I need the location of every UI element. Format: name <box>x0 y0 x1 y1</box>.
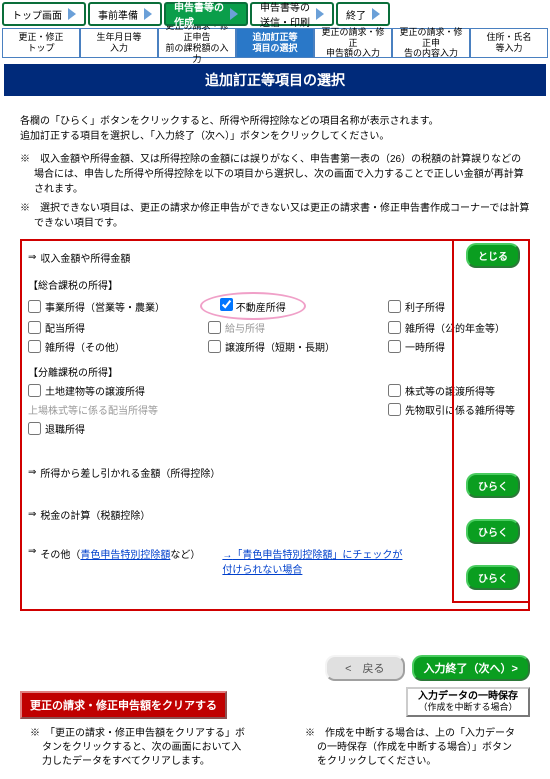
back-button[interactable]: < 戻る <box>325 655 404 681</box>
checkbox-item[interactable]: 事業所得（営業等・農業） <box>28 296 208 316</box>
checkbox[interactable] <box>208 340 221 353</box>
checkbox-item[interactable]: 雑所得（その他） <box>28 339 208 354</box>
subnav-tab[interactable]: 生年月日等入力 <box>80 28 158 58</box>
bottom-notes: ※ 「更正の請求・修正申告額をクリアする」ボタンをクリックすると、次の画面におい… <box>0 723 550 779</box>
checkbox-label: 雑所得（その他） <box>45 339 125 354</box>
checkbox-item[interactable]: 譲渡所得（短期・長期） <box>208 339 388 354</box>
footer-buttons: < 戻る 入力終了（次へ）> <box>0 649 550 687</box>
checkbox-item[interactable]: 利子所得 <box>388 296 518 316</box>
group2-grid: 土地建物等の譲渡所得 株式等の譲渡所得等上場株式等に係る配当所得等 先物取引に係る雑… <box>28 383 522 436</box>
checkbox-item[interactable]: 退職所得 <box>28 421 208 436</box>
subnav-tab[interactable]: 追加訂正等項目の選択 <box>236 28 314 58</box>
checkbox-item[interactable]: 上場株式等に係る配当所得等 <box>28 402 208 417</box>
checkbox-item[interactable]: 株式等の譲渡所得等 <box>388 383 518 398</box>
checkbox-item[interactable]: 先物取引に係る雑所得等 <box>388 402 518 417</box>
subnav-tab[interactable]: 更正の請求・修正申告前の課税額の入力 <box>158 28 236 58</box>
checkbox-label: 雑所得（公的年金等） <box>405 320 505 335</box>
section-income: ⇒ 収入金額や所得金額 とじる <box>28 247 522 267</box>
subnav-tab[interactable]: 住所・氏名等入力 <box>470 28 548 58</box>
topnav-tab[interactable]: 事前準備 <box>88 2 162 26</box>
group1-grid: 事業所得（営業等・農業） 不動産所得 利子所得配当所得 給与所得 雑所得（公的年金等）… <box>28 296 522 354</box>
checkbox[interactable] <box>28 321 41 334</box>
checkbox-label: 給与所得 <box>225 320 265 335</box>
checkbox[interactable] <box>220 298 233 311</box>
save-button[interactable]: 入力データの一時保存（作成を中断する場合） <box>406 687 530 717</box>
topnav-tab[interactable]: トップ画面 <box>2 2 86 26</box>
sub-nav: 更正・修正トップ生年月日等入力更正の請求・修正申告前の課税額の入力追加訂正等項目… <box>0 28 550 60</box>
topnav-tab[interactable]: 申告書等の作成 <box>164 2 248 26</box>
main-box: ⇒ 収入金額や所得金額 とじる 【総合課税の所得】 事業所得（営業等・農業） 不… <box>20 239 530 611</box>
checkbox-item[interactable]: 一時所得 <box>388 339 518 354</box>
note-2: ※ 選択できない項目は、更正の請求か修正申告ができない又は更正の請求書・修正申告… <box>20 201 530 231</box>
subnav-tab[interactable]: 更正の請求・修正申告額の入力 <box>314 28 392 58</box>
close-button[interactable]: とじる <box>466 243 520 268</box>
checkbox-item <box>208 383 388 398</box>
group1-title: 【総合課税の所得】 <box>28 277 522 292</box>
group2-title: 【分離課税の所得】 <box>28 364 522 379</box>
topnav-tab[interactable]: 申告書等の送信・印刷 <box>250 2 334 26</box>
checkbox-label: 事業所得（営業等・農業） <box>45 299 165 314</box>
topnav-tab[interactable]: 終了 <box>336 2 390 26</box>
note-1: ※ 収入金額や所得金額、又は所得控除の金額には誤りがなく、申告書第一表の（26）… <box>20 152 530 197</box>
section-tax: ⇒ 税金の計算（税額控除） ひらく <box>28 504 522 524</box>
checkbox-item[interactable]: 配当所得 <box>28 320 208 335</box>
checkbox-item <box>208 402 388 417</box>
checkbox[interactable] <box>28 340 41 353</box>
checkbox-label: 株式等の譲渡所得等 <box>405 383 495 398</box>
checkbox-label: 先物取引に係る雑所得等 <box>405 402 515 417</box>
blue-deduction-link[interactable]: 青色申告特別控除額 <box>80 550 170 561</box>
checkbox-label: 利子所得 <box>405 299 445 314</box>
subnav-tab[interactable]: 更正・修正トップ <box>2 28 80 58</box>
checkbox[interactable] <box>28 300 41 313</box>
checkbox-item[interactable]: 不動産所得 <box>208 296 388 316</box>
section-other: ⇒ その他（青色申告特別控除額など） →「青色申告特別控除額」にチェックが付けら… <box>28 546 522 576</box>
faq-link[interactable]: →「青色申告特別控除額」にチェックが付けられない場合 <box>222 550 402 576</box>
checkbox-label: 上場株式等に係る配当所得等 <box>28 402 158 417</box>
subnav-tab[interactable]: 更正の請求・修正申告の内容入力 <box>392 28 470 58</box>
checkbox[interactable] <box>208 321 221 334</box>
checkbox[interactable] <box>28 384 41 397</box>
checkbox[interactable] <box>388 340 401 353</box>
intro-text: 各欄の「ひらく」ボタンをクリックすると、所得や所得控除などの項目名称が表示されま… <box>20 114 530 144</box>
checkbox[interactable] <box>388 300 401 313</box>
open-button-other[interactable]: ひらく <box>466 565 520 590</box>
checkbox[interactable] <box>388 403 401 416</box>
next-button[interactable]: 入力終了（次へ）> <box>412 655 530 681</box>
section-deduct: ⇒ 所得から差し引かれる金額（所得控除） ひらく <box>28 462 522 482</box>
checkbox-label: 退職所得 <box>45 421 85 436</box>
checkbox-label: 一時所得 <box>405 339 445 354</box>
checkbox[interactable] <box>388 321 401 334</box>
checkbox[interactable] <box>28 422 41 435</box>
top-nav: トップ画面事前準備申告書等の作成申告書等の送信・印刷終了 <box>0 0 550 28</box>
open-button-tax[interactable]: ひらく <box>466 519 520 544</box>
checkbox-item[interactable]: 雑所得（公的年金等） <box>388 320 518 335</box>
page-title: 追加訂正等項目の選択 <box>4 64 546 96</box>
checkbox-label: 土地建物等の譲渡所得 <box>45 383 145 398</box>
checkbox-label: 配当所得 <box>45 320 85 335</box>
checkbox[interactable] <box>388 384 401 397</box>
checkbox-item[interactable]: 給与所得 <box>208 320 388 335</box>
clear-button[interactable]: 更正の請求・修正申告額をクリアする <box>20 691 227 719</box>
open-button-deduct[interactable]: ひらく <box>466 473 520 498</box>
checkbox-item[interactable]: 土地建物等の譲渡所得 <box>28 383 208 398</box>
checkbox-label: 譲渡所得（短期・長期） <box>225 339 335 354</box>
